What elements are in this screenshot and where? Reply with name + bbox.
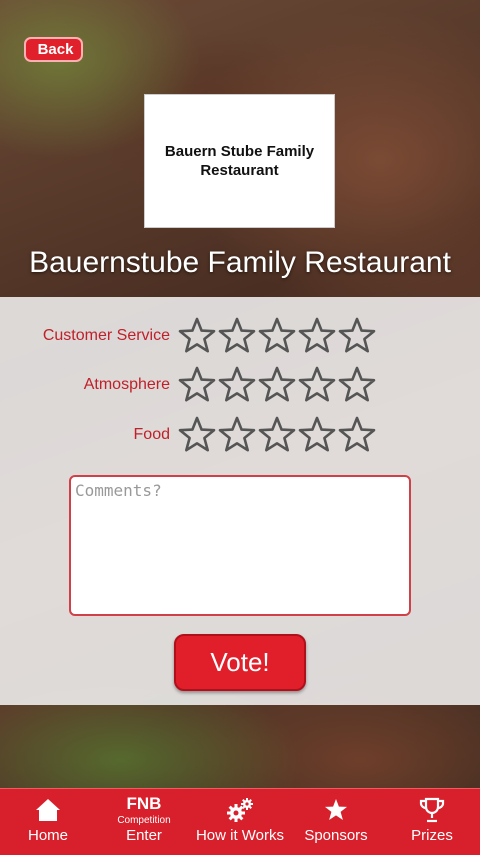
rating-label: Atmosphere [83, 376, 170, 393]
star-icon[interactable] [177, 415, 217, 455]
star-icon[interactable] [257, 316, 297, 356]
vote-button-label: Vote! [210, 647, 270, 677]
star-icon[interactable] [337, 415, 377, 455]
tab-prizes[interactable]: Prizes [384, 789, 480, 855]
logo-line-2: Restaurant [200, 162, 279, 179]
star-icon[interactable] [217, 415, 257, 455]
star-icon[interactable] [257, 415, 297, 455]
fnb-subtitle: Competition [117, 815, 171, 826]
tab-how-it-works[interactable]: How it Works [192, 789, 288, 855]
star-icon[interactable] [337, 365, 377, 405]
restaurant-name: Bauernstube Family Restaurant [29, 246, 451, 279]
tab-sponsors-label: Sponsors [304, 827, 368, 844]
back-button[interactable]: Back [24, 37, 83, 62]
logo-line-1: Bauern Stube Family [164, 143, 315, 160]
gears-icon [226, 797, 254, 823]
tab-how-it-works-label: How it Works [195, 827, 285, 844]
rating-row-customer-service: Customer Service [0, 316, 480, 356]
star-icon[interactable] [177, 365, 217, 405]
star-rating [177, 415, 377, 455]
star-icon[interactable] [177, 316, 217, 356]
bottom-tab-bar: Home FNB Competition Enter How it Works … [0, 788, 480, 855]
restaurant-logo: Bauern Stube Family Restaurant [144, 94, 335, 228]
tab-enter[interactable]: FNB Competition Enter [96, 789, 192, 855]
rating-row-atmosphere: Atmosphere [0, 365, 480, 405]
star-icon [322, 797, 350, 823]
tab-enter-label: Enter [126, 827, 162, 844]
trophy-icon [418, 797, 446, 823]
rating-label: Customer Service [42, 327, 170, 344]
star-icon[interactable] [297, 365, 337, 405]
back-button-label: Back [37, 41, 74, 58]
vote-button[interactable]: Vote! [174, 634, 306, 691]
tab-prizes-label: Prizes [411, 827, 453, 844]
rating-row-food: Food [0, 415, 480, 455]
star-icon[interactable] [257, 365, 297, 405]
star-icon[interactable] [297, 316, 337, 356]
star-icon[interactable] [217, 316, 257, 356]
star-icon[interactable] [297, 415, 337, 455]
star-rating [177, 316, 377, 356]
star-rating [177, 365, 377, 405]
tab-sponsors[interactable]: Sponsors [288, 789, 384, 855]
star-icon[interactable] [217, 365, 257, 405]
tab-home-label: Home [27, 827, 68, 844]
fnb-title: FNB [126, 794, 162, 813]
star-icon[interactable] [337, 316, 377, 356]
tab-home[interactable]: Home [0, 789, 96, 855]
rating-label: Food [133, 426, 170, 443]
comments-input[interactable] [69, 475, 411, 616]
house-icon [34, 797, 62, 823]
